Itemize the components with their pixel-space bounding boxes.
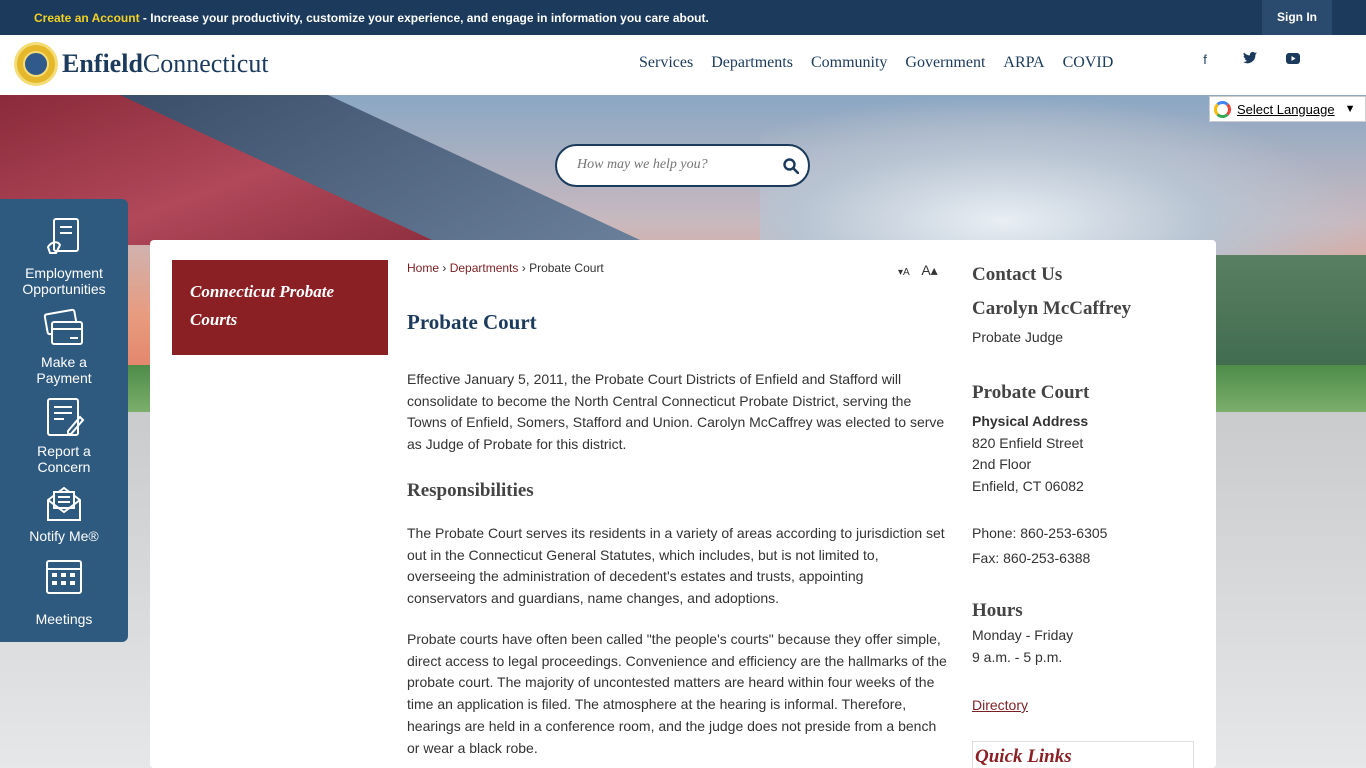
site-search — [555, 144, 810, 187]
notify-me-link[interactable]: Notify Me® — [0, 484, 128, 544]
hours-heading: Hours — [972, 600, 1023, 621]
sign-in-button[interactable]: Sign In — [1262, 0, 1332, 35]
employment-label-1: Employment — [25, 265, 103, 281]
google-icon — [1214, 100, 1231, 118]
contact-role: Probate Judge — [972, 329, 1064, 345]
subnav-connecticut-probate-courts[interactable]: Connecticut Probate Courts — [172, 260, 388, 355]
breadcrumb-separator: › — [439, 261, 450, 275]
address-line-1: 820 Enfield Street — [972, 435, 1084, 451]
account-banner-text: - Increase your productivity, customize … — [139, 11, 709, 25]
logo-enfield: Enfield — [62, 49, 143, 78]
form-hand-icon — [46, 218, 79, 254]
breadcrumb: Home › Departments › Probate Court — [407, 261, 604, 275]
payment-label-1: Make a — [41, 354, 87, 370]
top-bar: Create an Account - Increase your produc… — [0, 0, 1366, 35]
contact-heading: Contact Us — [972, 264, 1063, 285]
calendar-icon — [46, 560, 82, 594]
notify-label: Notify Me® — [29, 528, 99, 544]
youtube-icon[interactable] — [1283, 52, 1303, 72]
breadcrumb-departments[interactable]: Departments — [450, 261, 519, 275]
hours-days: Monday - Friday — [972, 627, 1074, 643]
facebook-icon[interactable]: f — [1195, 52, 1215, 72]
hours-time: 9 a.m. - 5 p.m. — [972, 649, 1063, 665]
town-seal-icon — [14, 42, 58, 86]
phone-number: Phone: 860-253-6305 — [972, 525, 1108, 541]
breadcrumb-home[interactable]: Home — [407, 261, 439, 275]
envelope-icon — [47, 486, 81, 521]
account-banner: Create an Account - Increase your produc… — [34, 11, 709, 25]
create-account-link[interactable]: Create an Account — [34, 11, 140, 25]
quick-links-box: Quick Links — [972, 741, 1194, 768]
address-label: Physical Address — [972, 413, 1089, 429]
employment-label-2: Opportunities — [22, 281, 106, 297]
report-concern-link[interactable]: Report a Concern — [0, 395, 128, 475]
twitter-icon[interactable] — [1240, 51, 1260, 72]
main-nav: Services Departments Community Governmen… — [630, 54, 1122, 72]
page-title: Probate Court — [407, 310, 537, 334]
peoples-courts-paragraph: Probate courts have often been called "t… — [407, 631, 947, 756]
site-header: EnfieldConnecticut Services Departments … — [0, 35, 1366, 95]
employment-opportunities-link[interactable]: Employment Opportunities — [0, 217, 128, 297]
office-heading: Probate Court — [972, 382, 1090, 403]
credit-card-icon — [43, 308, 83, 345]
report-label-1: Report a — [37, 443, 91, 459]
nav-covid[interactable]: COVID — [1054, 54, 1123, 72]
chevron-down-icon: ▼ — [1344, 103, 1356, 115]
address-line-3: Enfield, CT 06082 — [972, 478, 1084, 494]
nav-services[interactable]: Services — [630, 54, 702, 72]
language-selector[interactable]: Select Language ▼ — [1209, 96, 1366, 122]
content-card: Connecticut Probate Courts Home › Depart… — [150, 240, 1216, 768]
quick-action-sidebar: Employment Opportunities Make a Payment … — [0, 199, 128, 642]
nav-arpa[interactable]: ARPA — [994, 54, 1053, 72]
breadcrumb-current: Probate Court — [529, 261, 604, 275]
nav-departments[interactable]: Departments — [702, 54, 802, 72]
directory-link[interactable]: Directory — [972, 697, 1028, 713]
site-logo[interactable]: EnfieldConnecticut — [14, 42, 269, 86]
report-icon — [47, 398, 85, 436]
select-language-label: Select Language — [1237, 101, 1335, 117]
nav-community[interactable]: Community — [802, 54, 896, 72]
nav-government[interactable]: Government — [896, 54, 994, 72]
fax-number: Fax: 860-253-6388 — [972, 550, 1091, 566]
make-payment-link[interactable]: Make a Payment — [0, 306, 128, 386]
meetings-label: Meetings — [35, 611, 93, 627]
responsibilities-paragraph: The Probate Court serves its residents i… — [407, 525, 945, 607]
contact-name: Carolyn McCaffrey — [972, 298, 1132, 319]
logo-text: EnfieldConnecticut — [62, 51, 269, 77]
font-size-controls: ▾A A▴ — [898, 262, 938, 279]
intro-paragraph: Effective January 5, 2011, the Probate C… — [407, 371, 945, 453]
logo-connecticut: Connecticut — [142, 49, 269, 78]
increase-font-button[interactable]: A▴ — [921, 262, 937, 278]
quick-links-heading: Quick Links — [975, 746, 1072, 767]
breadcrumb-separator: › — [518, 261, 530, 275]
responsibilities-heading: Responsibilities — [407, 480, 534, 501]
report-label-2: Concern — [37, 459, 91, 475]
search-input[interactable] — [577, 157, 767, 173]
meetings-link[interactable]: Meetings — [0, 557, 128, 627]
decrease-font-button[interactable]: ▾A — [898, 267, 910, 278]
payment-label-2: Payment — [36, 370, 92, 386]
search-icon[interactable] — [783, 158, 799, 174]
address-line-2: 2nd Floor — [972, 456, 1032, 472]
